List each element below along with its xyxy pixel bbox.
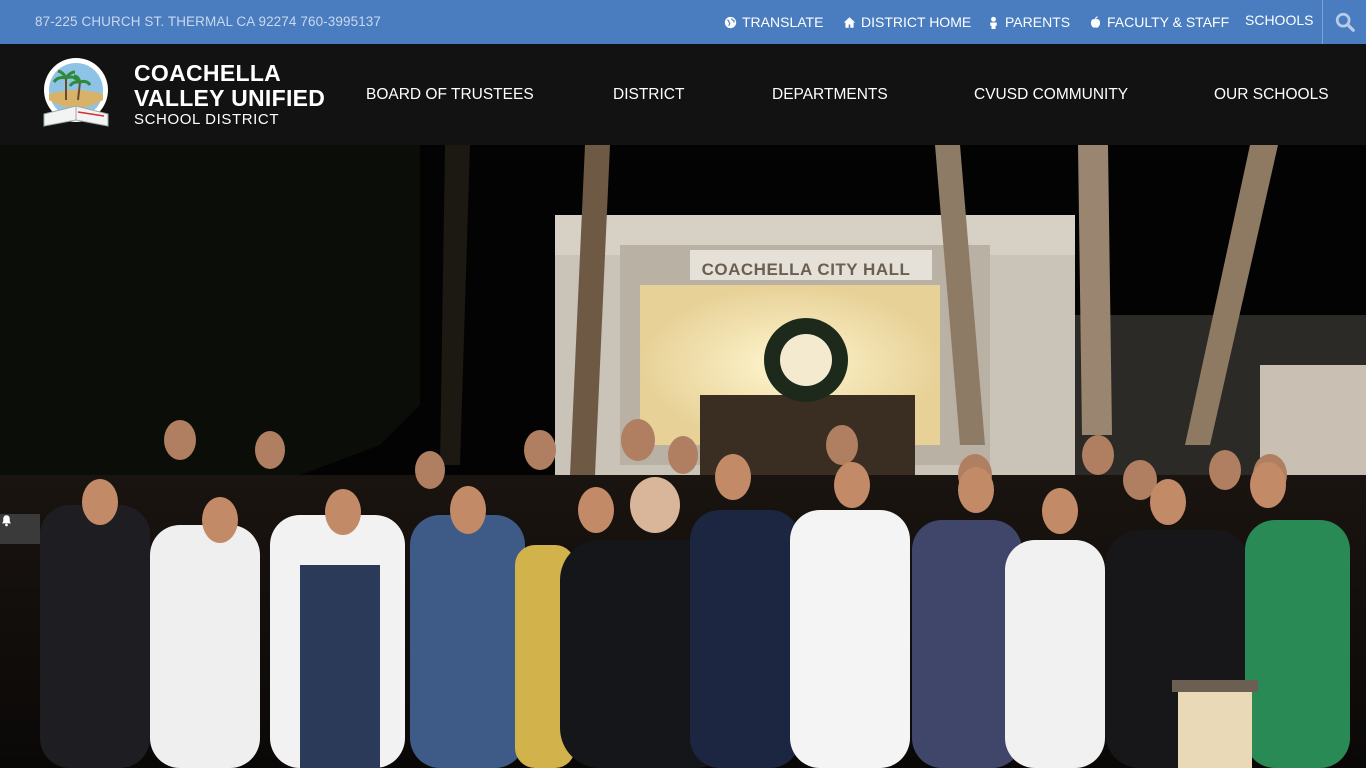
faculty-staff-label: FACULTY & STAFF — [1107, 14, 1230, 30]
choir-photo — [0, 145, 1366, 768]
brand-name-line2: VALLEY UNIFIED — [134, 85, 326, 111]
district-home-link[interactable]: DISTRICT HOME — [842, 0, 971, 44]
translate-link[interactable]: TRANSLATE — [723, 0, 823, 44]
alerts-button[interactable] — [0, 514, 40, 544]
person-icon — [986, 15, 1000, 29]
hero-image: COACHELLA CITY HALL — [0, 145, 1366, 768]
nav-departments[interactable]: DEPARTMENTS — [772, 44, 888, 145]
nav-cvusd-community[interactable]: CVUSD COMMUNITY — [974, 44, 1128, 145]
district-brand[interactable]: COACHELLA VALLEY UNIFIED SCHOOL DISTRICT — [134, 61, 325, 129]
nav-district[interactable]: DISTRICT — [613, 44, 684, 145]
parents-link[interactable]: PARENTS — [986, 0, 1070, 44]
faculty-staff-link[interactable]: FACULTY & STAFF — [1088, 0, 1229, 44]
home-icon — [842, 15, 856, 29]
utility-bar: 87-225 CHURCH ST. THERMAL CA 92274 760-3… — [0, 0, 1366, 44]
brand-subtitle: SCHOOL DISTRICT — [134, 111, 280, 128]
schools-label: SCHOOLS — [1245, 12, 1314, 28]
nav-our-schools[interactable]: OUR SCHOOLS — [1214, 44, 1329, 145]
parents-label: PARENTS — [1005, 14, 1071, 30]
city-hall-sign: COACHELLA CITY HALL — [701, 260, 911, 279]
bell-icon — [2, 515, 11, 527]
translate-label: TRANSLATE — [742, 14, 824, 30]
schools-link[interactable]: SCHOOLS — [1245, 0, 1313, 42]
main-nav: COACHELLA VALLEY UNIFIED SCHOOL DISTRICT… — [0, 44, 1366, 145]
search-icon — [1335, 12, 1355, 32]
search-button[interactable] — [1322, 0, 1366, 44]
utility-links: TRANSLATE DISTRICT HOME PARENTS FACULTY … — [0, 0, 1366, 44]
brand-name-line1: COACHELLA — [134, 60, 282, 86]
nav-board-of-trustees[interactable]: BOARD OF TRUSTEES — [366, 44, 534, 145]
district-logo[interactable] — [38, 56, 114, 132]
globe-icon — [723, 15, 737, 29]
apple-icon — [1088, 15, 1102, 29]
district-home-label: DISTRICT HOME — [861, 14, 972, 30]
